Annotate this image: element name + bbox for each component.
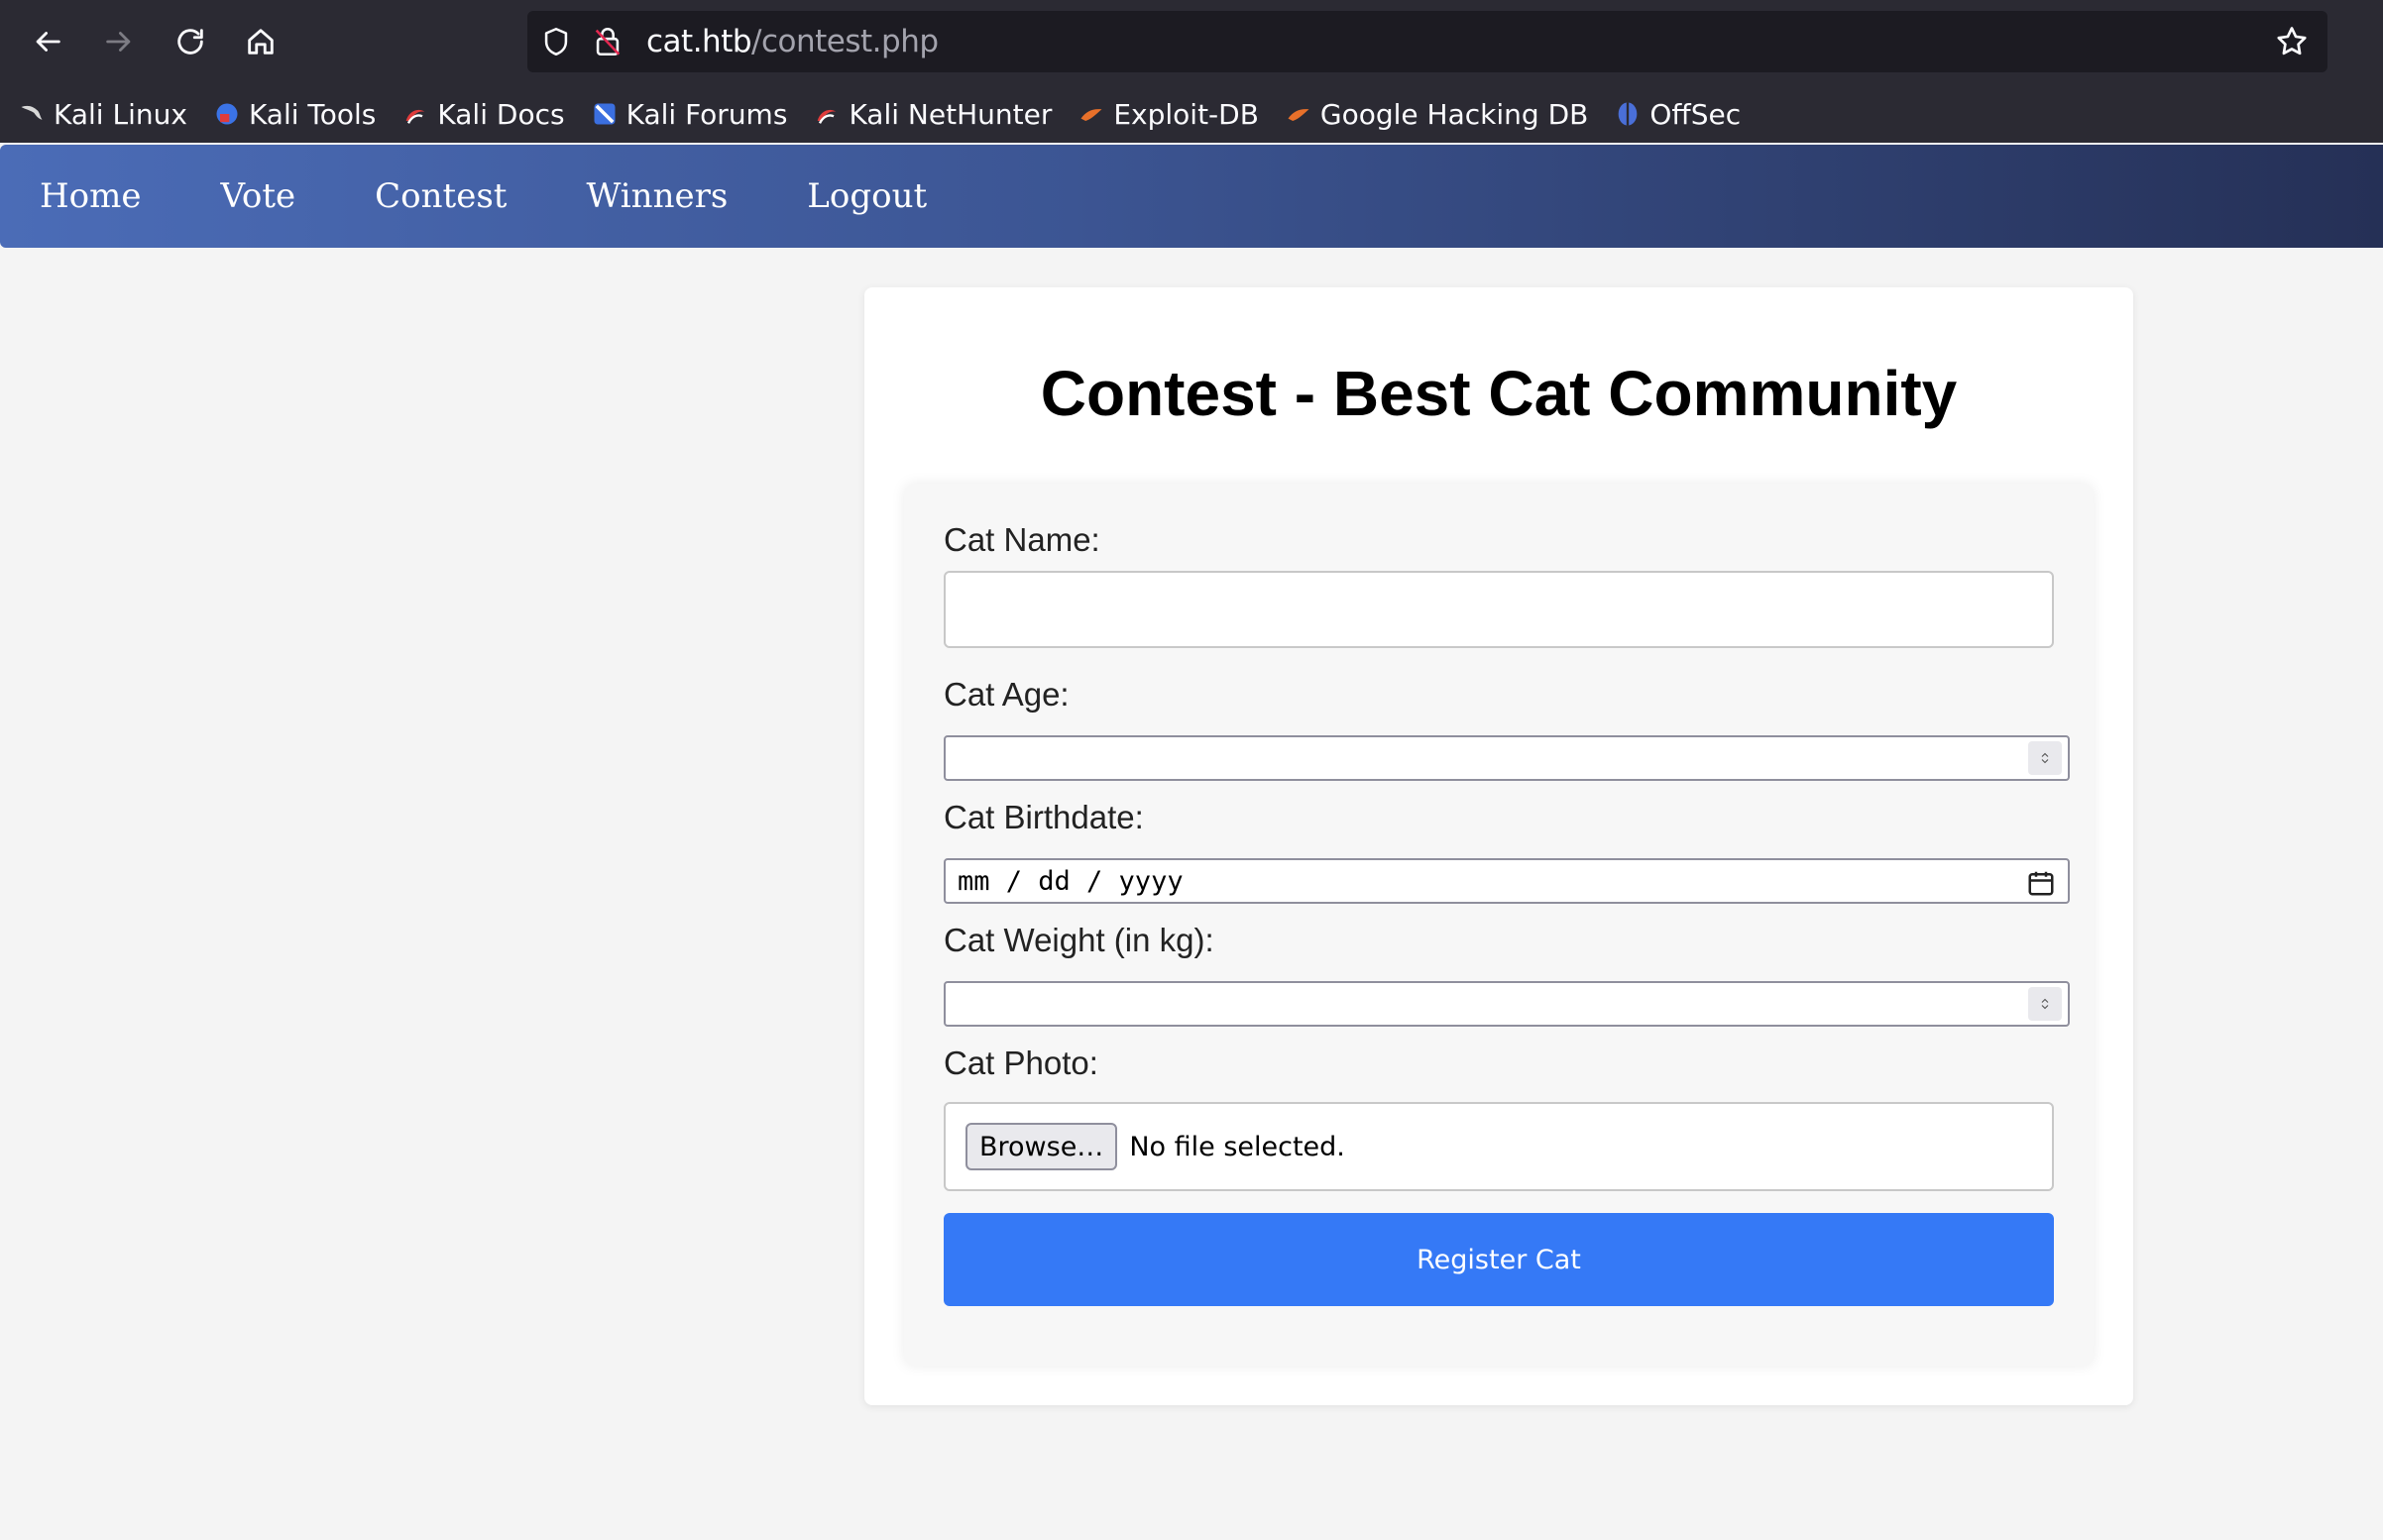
nav-vote-link[interactable]: Vote: [220, 176, 295, 216]
bookmark-label: Exploit-DB: [1113, 97, 1259, 131]
bookmark-label: Kali Linux: [54, 97, 187, 131]
cat-age-label: Cat Age:: [944, 676, 1070, 713]
bookmark-kali-docs[interactable]: Kali Docs: [401, 97, 565, 131]
calendar-icon[interactable]: [2026, 868, 2056, 898]
nav-home-link[interactable]: Home: [40, 176, 141, 216]
spinner-arrows-icon: [2041, 998, 2049, 1010]
cat-age-input[interactable]: [944, 735, 2070, 781]
cat-weight-label: Cat Weight (in kg):: [944, 922, 1214, 958]
exploit-db-icon: [1080, 109, 1102, 121]
bookmark-label: Kali Tools: [248, 97, 377, 131]
offsec-icon: [1619, 102, 1638, 126]
browser-chrome: cat.htb/contest.php Kali Linux Kali Tool…: [0, 0, 2383, 143]
home-button[interactable]: [233, 14, 288, 69]
register-cat-form: Cat Name: Cat Age: Cat Birthdate: mm / d…: [904, 484, 2094, 1366]
forward-arrow-icon: [106, 32, 131, 52]
bookmark-google-hacking-db[interactable]: Google Hacking DB: [1285, 98, 1588, 131]
bookmark-kali-forums[interactable]: Kali Forums: [591, 97, 788, 131]
url-text[interactable]: cat.htb/contest.php: [646, 24, 939, 59]
cat-weight-input[interactable]: [944, 981, 2070, 1027]
cat-weight-spinner[interactable]: [2028, 987, 2062, 1021]
insecure-lock-icon[interactable]: [591, 25, 624, 58]
cat-birthdate-label: Cat Birthdate:: [944, 799, 1144, 835]
register-cat-button[interactable]: Register Cat: [944, 1213, 2054, 1306]
url-host: cat.htb: [646, 24, 752, 59]
site-nav: Home Vote Contest Winners Logout: [0, 145, 2383, 248]
shield-icon[interactable]: [539, 25, 573, 58]
bookmark-label: Google Hacking DB: [1319, 97, 1589, 131]
bookmark-label: Kali Forums: [625, 97, 788, 131]
nav-winners-link[interactable]: Winners: [586, 176, 728, 216]
nav-contest-link[interactable]: Contest: [375, 176, 507, 216]
cat-age-spinner[interactable]: [2028, 741, 2062, 775]
bookmark-star-icon[interactable]: [2274, 24, 2310, 59]
page-title: Contest - Best Cat Community: [1040, 358, 1958, 429]
bookmark-kali-tools[interactable]: Kali Tools: [213, 98, 376, 131]
spinner-arrows-icon: [2041, 752, 2049, 764]
cat-birthdate-input[interactable]: mm / dd / yyyy: [944, 858, 2070, 904]
file-status-text: No file selected.: [1129, 1131, 1345, 1162]
url-path: /contest.php: [751, 24, 939, 59]
back-button[interactable]: [20, 14, 75, 69]
cat-photo-file-input[interactable]: Browse… No file selected.: [944, 1102, 2054, 1191]
nav-logout-link[interactable]: Logout: [807, 176, 927, 216]
bookmark-label: Kali NetHunter: [849, 97, 1053, 131]
kali-tools-icon: [216, 103, 238, 125]
bookmark-label: OffSec: [1649, 97, 1742, 131]
bookmarks-bar: Kali Linux Kali Tools Kali Docs Kali For…: [0, 85, 2383, 143]
cat-photo-label: Cat Photo:: [944, 1045, 1098, 1081]
cat-name-input[interactable]: [944, 571, 2054, 648]
url-bar[interactable]: cat.htb/contest.php: [527, 11, 2327, 72]
back-arrow-icon: [36, 32, 60, 52]
reload-icon: [177, 29, 203, 55]
kali-nethunter-icon: [818, 109, 837, 124]
bookmark-offsec[interactable]: OffSec: [1614, 98, 1741, 131]
kali-dragon-icon: [21, 105, 43, 120]
cat-name-label: Cat Name:: [944, 521, 1100, 558]
ghdb-icon: [1288, 109, 1309, 121]
contest-card: Contest - Best Cat Community Cat Name: C…: [864, 287, 2133, 1405]
bookmark-kali-linux[interactable]: Kali Linux: [18, 98, 187, 131]
forward-button[interactable]: [91, 14, 147, 69]
kali-docs-icon: [406, 109, 425, 124]
home-icon: [248, 29, 274, 55]
bookmark-exploit-db[interactable]: Exploit-DB: [1078, 98, 1259, 131]
reload-button[interactable]: [163, 14, 218, 69]
browser-toolbar: cat.htb/contest.php: [0, 0, 2383, 85]
kali-forums-icon: [594, 103, 616, 125]
date-placeholder: mm / dd / yyyy: [958, 866, 1184, 897]
browse-button[interactable]: Browse…: [965, 1123, 1118, 1170]
bookmark-kali-nethunter[interactable]: Kali NetHunter: [813, 98, 1052, 131]
bookmark-label: Kali Docs: [437, 97, 565, 131]
